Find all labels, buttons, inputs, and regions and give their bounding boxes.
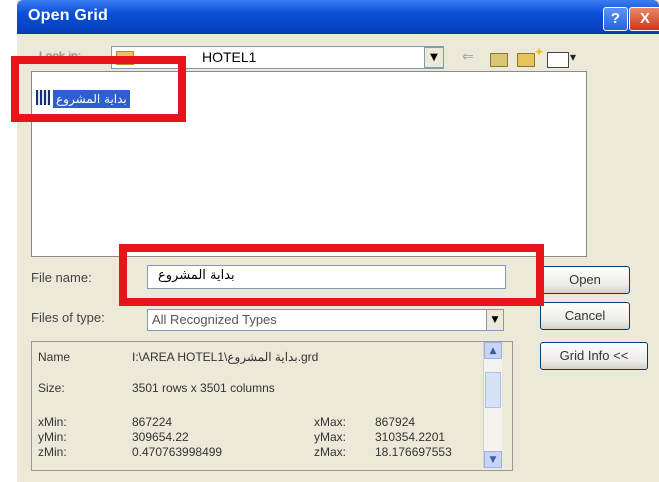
info-zmax-value: 18.176697553 [375, 445, 452, 459]
grid-info-panel: Name I:\AREA HOTEL1\بداية المشروع.grd Si… [31, 341, 513, 471]
scroll-thumb[interactable] [485, 372, 501, 408]
filetype-dropdown-button[interactable]: ▼ [486, 309, 504, 331]
new-folder-star-icon: ✦ [534, 45, 545, 59]
filetype-value: All Recognized Types [152, 312, 277, 327]
info-size-label: Size: [38, 381, 65, 395]
info-ymin-label: yMin: [38, 430, 67, 444]
help-button[interactable]: ? [603, 7, 628, 31]
highlight-box-filename [119, 244, 544, 306]
info-name-label: Name [38, 350, 71, 364]
views-arrow-icon[interactable]: ▾ [570, 50, 576, 64]
title-bar[interactable]: Open Grid ? X [17, 0, 659, 34]
grid-info-button[interactable]: Grid Info << [540, 342, 648, 370]
lookin-value: HOTEL1 [202, 49, 257, 65]
up-folder-icon[interactable] [490, 53, 508, 67]
open-button[interactable]: Open [540, 266, 630, 294]
info-xmin-value: 867224 [132, 415, 173, 429]
info-xmax-label: xMax: [314, 415, 347, 429]
filetype-select[interactable]: All Recognized Types [147, 309, 504, 331]
views-menu-icon[interactable] [547, 52, 569, 68]
info-ymax-value: 310354.2201 [375, 430, 446, 444]
info-ymin-value: 309654.22 [132, 430, 189, 444]
info-name-value: I:\AREA HOTEL1\بداية المشروع.grd [132, 350, 319, 364]
highlight-box-file-list [11, 56, 186, 122]
info-zmax-label: zMax: [314, 445, 347, 459]
info-zmin-value: 0.470763998499 [132, 445, 223, 459]
scroll-down-icon[interactable]: ▼ [484, 451, 502, 468]
lookin-dropdown-button[interactable]: ▼ [424, 47, 444, 68]
close-button[interactable]: X [629, 7, 659, 31]
filename-label: File name: [31, 270, 92, 285]
filetype-label: Files of type: [31, 310, 105, 325]
info-size-value: 3501 rows x 3501 columns [132, 381, 275, 395]
back-icon[interactable]: ⇐ [462, 49, 474, 65]
scroll-up-icon[interactable]: ▲ [484, 342, 502, 359]
new-folder-icon[interactable] [517, 53, 535, 67]
dialog-title: Open Grid [28, 7, 109, 24]
info-zmin-label: zMin: [38, 445, 67, 459]
info-xmin-label: xMin: [38, 415, 67, 429]
cancel-button[interactable]: Cancel [540, 302, 630, 330]
info-scrollbar[interactable]: ▲ ▼ [483, 342, 502, 468]
info-ymax-label: yMax: [314, 430, 347, 444]
info-xmax-value: 867924 [375, 415, 416, 429]
